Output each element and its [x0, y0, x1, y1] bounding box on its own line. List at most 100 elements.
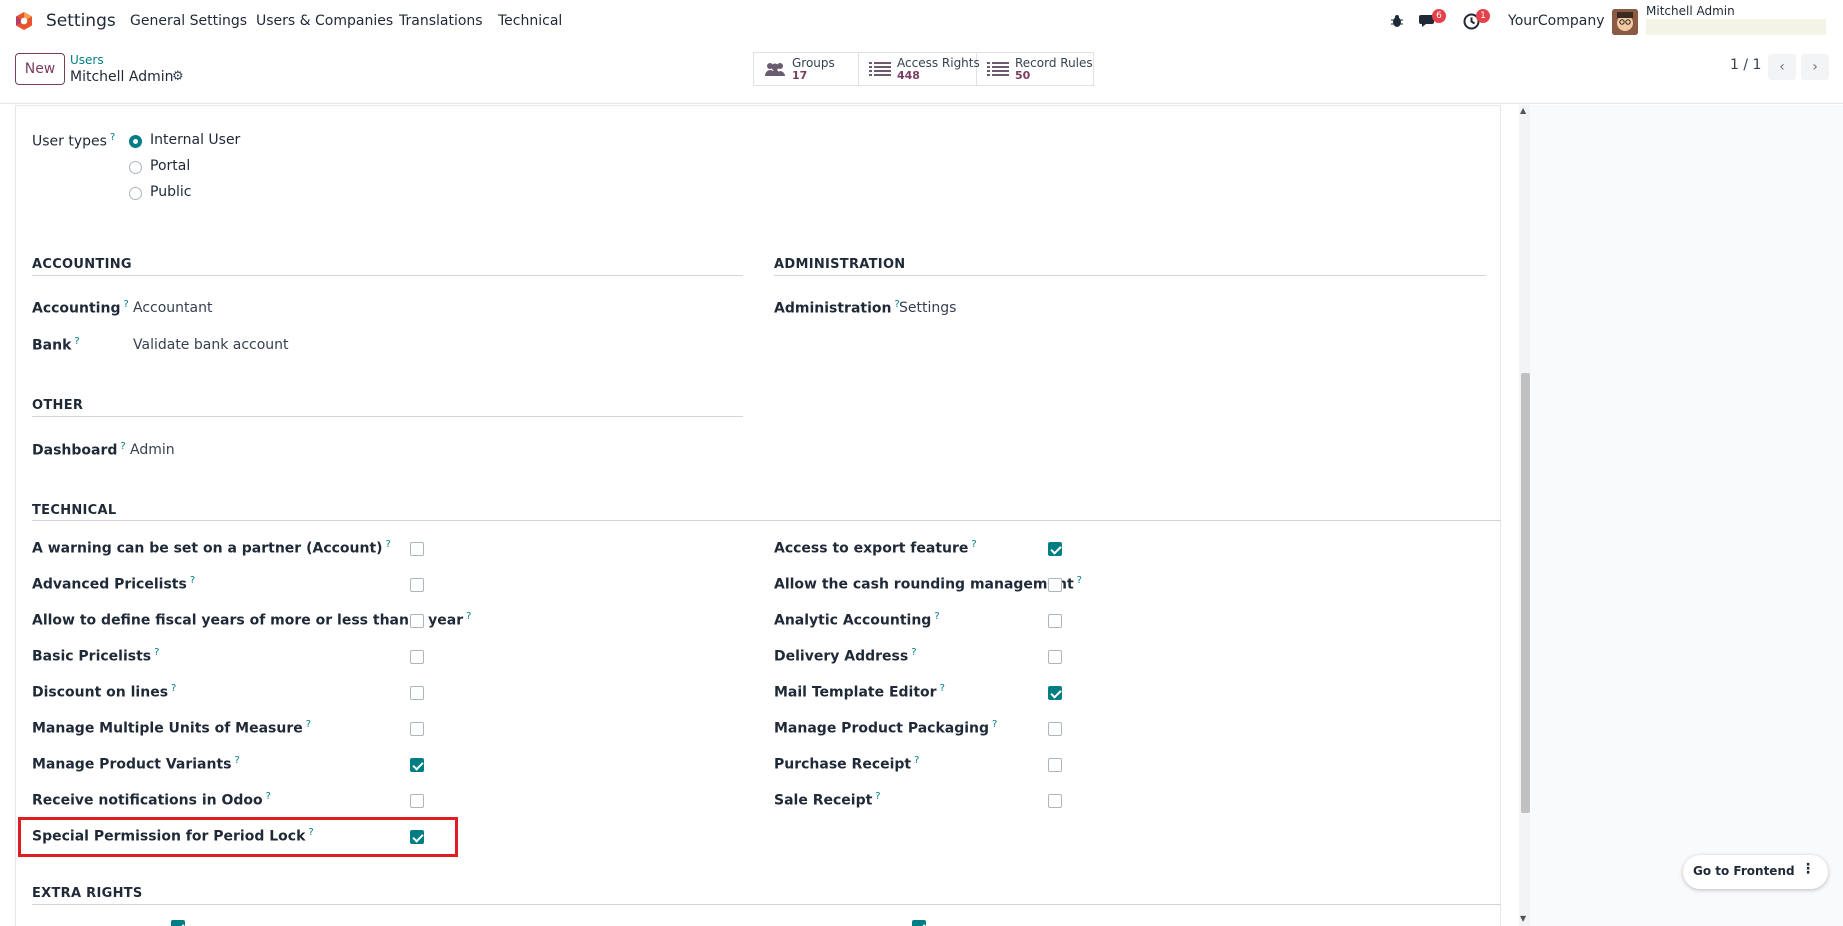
user-name[interactable]: Mitchell Admin	[1646, 4, 1735, 18]
help-tooltip-icon[interactable]: ?	[934, 611, 939, 622]
scrollbar-thumb[interactable]	[1521, 373, 1530, 813]
accounting-field-label: Accounting?	[32, 299, 129, 317]
go-to-frontend-button[interactable]: Go to Frontend	[1693, 864, 1795, 878]
radio-portal-label[interactable]: Portal	[150, 158, 190, 174]
help-tooltip-icon[interactable]: ?	[466, 611, 471, 622]
accounting-section-title: ACCOUNTING	[32, 257, 132, 272]
help-tooltip-icon[interactable]: ?	[120, 441, 125, 452]
help-tooltip-icon[interactable]: ?	[386, 539, 391, 550]
help-tooltip-icon[interactable]: ?	[940, 683, 945, 694]
company-switcher[interactable]: YourCompany	[1508, 13, 1605, 29]
technical-option-checkbox[interactable]	[1048, 578, 1062, 592]
technical-option-checkbox[interactable]	[410, 794, 424, 808]
technical-option-label-text: Allow to define fiscal years of more or …	[32, 612, 464, 629]
help-tooltip-icon[interactable]: ?	[110, 132, 115, 143]
technical-option-checkbox[interactable]	[410, 650, 424, 664]
app-title[interactable]: Settings	[46, 11, 116, 31]
extra-rights-section-title: EXTRA RIGHTS	[32, 886, 143, 901]
technical-option-label: Sale Receipt?	[774, 791, 881, 809]
help-tooltip-icon[interactable]: ?	[911, 647, 916, 658]
technical-section-title: TECHNICAL	[32, 503, 117, 518]
radio-public[interactable]	[129, 187, 142, 200]
help-tooltip-icon[interactable]: ?	[123, 299, 128, 310]
other-divider	[32, 416, 743, 417]
technical-option-label: Allow the cash rounding management?	[774, 575, 1082, 593]
radio-internal-user[interactable]	[129, 135, 142, 148]
administration-field-label: Administration?	[774, 299, 900, 317]
dashboard-field-value[interactable]: Admin	[130, 442, 175, 458]
menu-technical[interactable]: Technical	[498, 13, 562, 29]
help-tooltip-icon[interactable]: ?	[154, 647, 159, 658]
technical-option-label-text: Sale Receipt	[774, 792, 873, 809]
access-rights-label: Access Rights	[897, 56, 980, 70]
accounting-field-value[interactable]: Accountant	[133, 300, 212, 316]
help-tooltip-icon[interactable]: ?	[1077, 575, 1082, 586]
help-tooltip-icon[interactable]: ?	[992, 719, 997, 730]
groups-smart-button[interactable]: Groups 17	[754, 53, 859, 85]
breadcrumb-users[interactable]: Users	[70, 53, 104, 67]
technical-option-label: Delivery Address?	[774, 647, 917, 665]
technical-option-checkbox[interactable]	[1048, 722, 1062, 736]
gear-icon[interactable]: ⚙	[172, 69, 184, 84]
help-tooltip-icon[interactable]: ?	[875, 791, 880, 802]
technical-option-checkbox[interactable]	[410, 542, 424, 556]
administration-field-value[interactable]: Settings	[899, 300, 956, 316]
help-tooltip-icon[interactable]: ?	[171, 683, 176, 694]
menu-translations[interactable]: Translations	[399, 13, 483, 29]
technical-option-checkbox[interactable]	[410, 614, 424, 628]
technical-option-label-text: Delivery Address	[774, 648, 909, 665]
record-rules-label: Record Rules	[1015, 56, 1093, 70]
help-tooltip-icon[interactable]: ?	[971, 539, 976, 550]
new-button[interactable]: New	[15, 53, 65, 85]
help-tooltip-icon[interactable]: ?	[306, 719, 311, 730]
technical-option-checkbox[interactable]	[410, 758, 424, 772]
next-record-chevron-right-icon[interactable]: ›	[1801, 54, 1829, 80]
radio-portal[interactable]	[129, 161, 142, 174]
bank-field-value[interactable]: Validate bank account	[133, 337, 289, 353]
technical-option-label: Discount on lines?	[32, 683, 176, 701]
technical-option-label-text: Allow the cash rounding management	[774, 576, 1074, 593]
technical-option-checkbox[interactable]	[1048, 686, 1062, 700]
pager-value[interactable]: 1 / 1	[1730, 57, 1761, 73]
technical-option-label: A warning can be set on a partner (Accou…	[32, 539, 391, 557]
help-tooltip-icon[interactable]: ?	[914, 755, 919, 766]
technical-option-label-text: Discount on lines	[32, 684, 169, 701]
frontend-menu-icon[interactable]: ⋮	[1801, 861, 1815, 877]
technical-option-label: Access to export feature?	[774, 539, 977, 557]
technical-option-checkbox[interactable]	[1048, 650, 1062, 664]
user-avatar[interactable]	[1612, 9, 1638, 35]
technical-divider	[32, 520, 1501, 521]
technical-option-label-text: Mail Template Editor	[774, 684, 937, 701]
avatar-face-icon	[1612, 9, 1638, 35]
technical-option-checkbox[interactable]	[410, 686, 424, 700]
technical-option-checkbox[interactable]	[1048, 794, 1062, 808]
access-rights-count: 448	[897, 69, 920, 82]
help-tooltip-icon[interactable]: ?	[234, 755, 239, 766]
menu-users-companies[interactable]: Users & Companies	[256, 13, 393, 29]
highlight-box	[18, 817, 458, 857]
previous-record-chevron-left-icon[interactable]: ‹	[1768, 54, 1796, 80]
scroll-up-arrow-icon[interactable]: ▲	[1520, 106, 1526, 115]
radio-public-label[interactable]: Public	[150, 184, 191, 200]
access-rights-smart-button[interactable]: Access Rights 448	[859, 53, 980, 85]
technical-option-checkbox[interactable]	[1048, 614, 1062, 628]
technical-option-checkbox[interactable]	[410, 722, 424, 736]
radio-internal-user-label[interactable]: Internal User	[150, 132, 240, 148]
menu-general-settings[interactable]: General Settings	[130, 13, 247, 29]
extra-rights-checkbox-partial[interactable]	[912, 920, 926, 926]
bank-field-label-text: Bank	[32, 337, 72, 354]
technical-option-label: Mail Template Editor?	[774, 683, 945, 701]
record-rules-smart-button[interactable]: Record Rules 50	[977, 53, 1093, 85]
app-logo-icon[interactable]	[14, 11, 34, 31]
help-tooltip-icon[interactable]: ?	[266, 791, 271, 802]
technical-option-checkbox[interactable]	[1048, 758, 1062, 772]
sheet-top-border	[15, 105, 1501, 106]
technical-option-checkbox[interactable]	[1048, 542, 1062, 556]
debug-bug-icon[interactable]	[1390, 14, 1404, 28]
extra-rights-checkbox-partial[interactable]	[171, 920, 185, 926]
smart-buttons: Groups 17 Access Rights 448 Record Rules…	[753, 52, 1094, 86]
scroll-down-arrow-icon[interactable]: ▼	[1520, 914, 1526, 923]
technical-option-checkbox[interactable]	[410, 578, 424, 592]
help-tooltip-icon[interactable]: ?	[74, 336, 79, 347]
help-tooltip-icon[interactable]: ?	[190, 575, 195, 586]
